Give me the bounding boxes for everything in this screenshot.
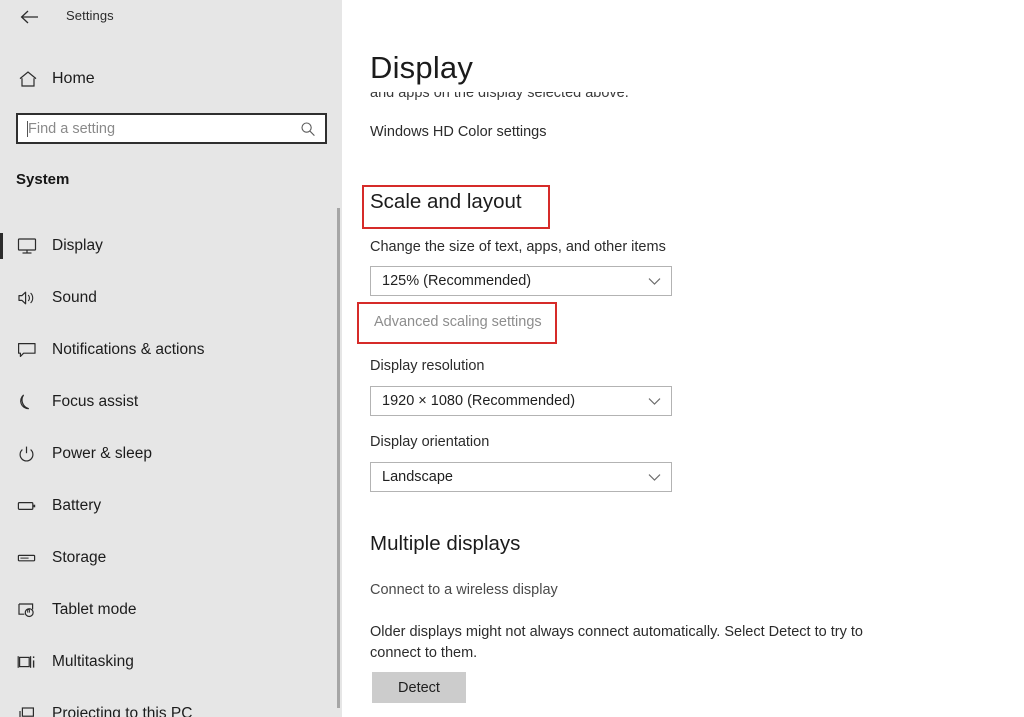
sidebar-item-sound[interactable]: Sound [0,272,342,324]
tablet-touch-icon [14,597,40,623]
multitasking-icon [14,649,40,675]
sidebar-item-home-label: Home [52,70,95,87]
detect-button[interactable]: Detect [372,672,466,703]
scale-dropdown-value: 125% (Recommended) [382,273,532,289]
sidebar-scrollbar[interactable] [337,208,340,708]
sidebar-item-tablet-mode[interactable]: Tablet mode [0,584,342,636]
search-icon[interactable] [299,120,317,138]
display-orientation-dropdown[interactable]: Landscape [370,462,672,492]
sidebar-item-display-label: Display [52,237,103,254]
sidebar-item-power-and-sleep-label: Power & sleep [52,445,152,462]
sidebar-item-focus-assist-label: Focus assist [52,393,139,410]
sidebar-item-multitasking-label: Multitasking [52,653,134,670]
clipped-description-text: and apps on the display selected above. [370,92,629,101]
chat-bubble-icon [14,337,40,363]
sidebar-item-battery-label: Battery [52,497,102,514]
display-resolution-dropdown[interactable]: 1920 × 1080 (Recommended) [370,386,672,416]
sidebar-item-power-and-sleep[interactable]: Power & sleep [0,428,342,480]
monitor-icon [14,233,40,259]
sidebar-item-storage-label: Storage [52,549,107,566]
chevron-down-icon [647,394,661,408]
speaker-icon [14,285,40,311]
title-bar: Settings [0,0,342,34]
sidebar-item-battery[interactable]: Battery [0,480,342,532]
sidebar-item-sound-label: Sound [52,289,97,306]
windows-hd-color-settings-link[interactable]: Windows HD Color settings [370,124,546,140]
scale-field-label: Change the size of text, apps, and other… [370,239,666,255]
sidebar-item-projecting-to-this-pc[interactable]: Projecting to this PC [0,688,342,717]
scale-and-layout-heading: Scale and layout [370,190,522,213]
display-resolution-value: 1920 × 1080 (Recommended) [382,393,576,409]
search-box[interactable] [16,113,327,144]
sidebar-item-focus-assist[interactable]: Focus assist [0,376,342,428]
advanced-scaling-settings-link[interactable]: Advanced scaling settings [374,314,542,330]
drive-icon [14,545,40,571]
scale-dropdown[interactable]: 125% (Recommended) [370,266,672,296]
sidebar-item-projecting-label: Projecting to this PC [52,705,193,717]
clipped-description: and apps on the display selected above. [370,92,670,106]
sidebar-item-display[interactable]: Display [0,220,342,272]
sidebar-group-heading: System [16,171,70,188]
sidebar-item-tablet-mode-label: Tablet mode [52,601,137,618]
sidebar-item-storage[interactable]: Storage [0,532,342,584]
back-arrow-icon[interactable] [14,4,44,30]
app-title: Settings [66,8,114,23]
project-icon [14,701,40,717]
settings-window: Settings Home System [0,0,1024,717]
sidebar-item-home[interactable]: Home [0,62,342,96]
home-icon [16,62,40,96]
moon-icon [14,389,40,415]
sidebar-item-notifications-and-actions[interactable]: Notifications & actions [0,324,342,376]
sidebar-nav: Display Sound Notifications & actions Fo… [0,220,342,717]
power-icon [14,441,40,467]
chevron-down-icon [647,470,661,484]
sidebar-item-multitasking[interactable]: Multitasking [0,636,342,688]
search-input[interactable] [18,115,293,142]
display-resolution-label: Display resolution [370,358,485,374]
display-orientation-value: Landscape [382,469,453,485]
sidebar: Settings Home System [0,0,342,717]
multiple-displays-heading: Multiple displays [370,532,521,555]
page-title: Display [370,50,474,85]
multiple-displays-description: Older displays might not always connect … [370,624,863,661]
sidebar-item-notifications-label: Notifications & actions [52,341,205,358]
main-content: Display and apps on the display selected… [342,0,1024,717]
selection-indicator [0,233,3,259]
connect-to-wireless-display-link[interactable]: Connect to a wireless display [370,582,558,598]
chevron-down-icon [647,274,661,288]
display-orientation-label: Display orientation [370,434,490,450]
battery-icon [14,493,40,519]
